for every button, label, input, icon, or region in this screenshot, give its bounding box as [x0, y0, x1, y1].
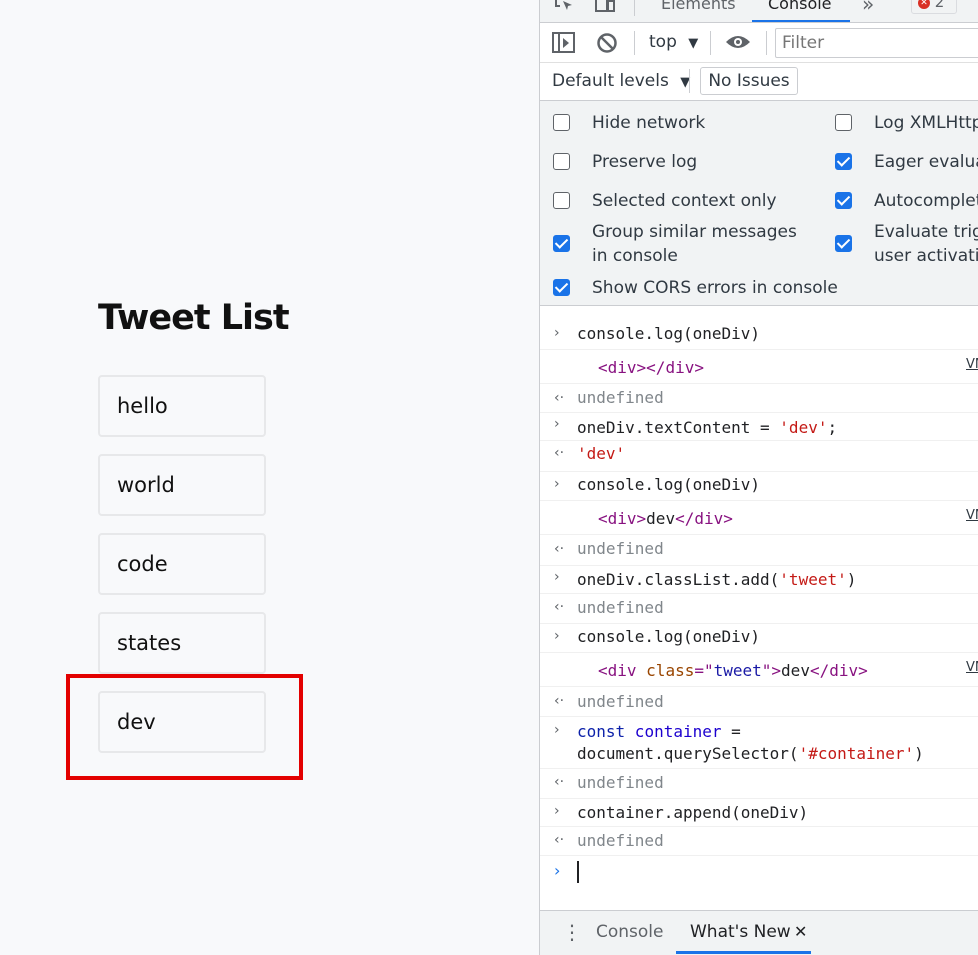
- devtools-tab-bar: Elements Console » ✕ 2: [540, 0, 978, 23]
- console-input-line: › oneDiv.classList.add('tweet'): [540, 566, 978, 594]
- web-page: Tweet List hello world code states dev: [0, 0, 540, 955]
- console-log-line: <div>dev</div> VM: [540, 501, 978, 535]
- tweet-item: world: [98, 454, 266, 516]
- dropdown-arrow-icon: ▼: [688, 36, 699, 51]
- console-log-line: <div class="tweet">dev</div> VM: [540, 653, 978, 687]
- source-link[interactable]: VM: [966, 660, 978, 675]
- active-tab-indicator: [676, 951, 811, 954]
- console-input-line: › oneDiv.textContent = 'dev';: [540, 413, 978, 441]
- drawer-tab-console[interactable]: Console: [596, 922, 664, 942]
- error-icon: ✕: [918, 0, 930, 9]
- close-icon[interactable]: ✕: [794, 922, 807, 941]
- console-line: ‹· 'dev': [540, 441, 978, 472]
- tab-elements[interactable]: Elements: [661, 0, 736, 13]
- checkbox-checked[interactable]: [553, 279, 570, 296]
- console-line: ‹· undefined: [540, 687, 978, 717]
- console-toolbar-secondary: Default levels ▼ No Issues: [540, 63, 978, 101]
- checkbox-checked[interactable]: [835, 235, 852, 252]
- input-chevron-icon: ›: [554, 476, 560, 492]
- console-input-line: › console.log(oneDiv): [540, 321, 978, 350]
- devtools-panel: Elements Console » ✕ 2 top ▼ Default lev…: [539, 0, 978, 955]
- console-line: ‹· undefined: [540, 769, 978, 799]
- console-input-line: › const container = document.querySelect…: [540, 717, 978, 769]
- filter-input[interactable]: [775, 28, 978, 58]
- more-tabs-icon[interactable]: »: [862, 0, 874, 16]
- input-chevron-icon: ›: [554, 325, 560, 341]
- context-selector[interactable]: top ▼: [649, 32, 698, 52]
- console-line: ‹· undefined: [540, 594, 978, 624]
- source-link[interactable]: VM: [966, 357, 978, 372]
- log-levels-dropdown[interactable]: Default levels ▼: [552, 71, 690, 91]
- return-arrow-icon: ‹·: [554, 445, 565, 461]
- drawer-tab-whats-new[interactable]: What's New: [690, 922, 791, 942]
- input-chevron-icon: ›: [554, 416, 560, 432]
- checkbox[interactable]: [553, 114, 570, 131]
- return-arrow-icon: ‹·: [554, 693, 565, 709]
- show-sidebar-icon[interactable]: [552, 32, 576, 58]
- checkbox[interactable]: [835, 114, 852, 131]
- source-link[interactable]: VM: [966, 508, 978, 523]
- divider: [634, 0, 635, 16]
- page-title: Tweet List: [98, 298, 290, 338]
- console-line: ‹· undefined: [540, 535, 978, 566]
- tweet-item: states: [98, 612, 266, 674]
- divider: [634, 31, 635, 55]
- checkbox-checked[interactable]: [835, 153, 852, 170]
- console-toolbar: top ▼: [540, 23, 978, 63]
- drawer-tab-bar: ⋮ Console What's New ✕: [540, 910, 978, 955]
- tweet-item: hello: [98, 375, 266, 437]
- drawer-menu-icon[interactable]: ⋮: [562, 922, 582, 942]
- return-arrow-icon: ‹·: [554, 541, 565, 557]
- inspect-element-icon[interactable]: [554, 0, 576, 17]
- checkbox[interactable]: [553, 192, 570, 209]
- console-line: ‹· undefined: [540, 384, 978, 413]
- error-count-badge[interactable]: ✕ 2: [911, 0, 957, 14]
- device-toolbar-icon[interactable]: [594, 0, 616, 17]
- input-chevron-icon: ›: [554, 569, 560, 585]
- console-prompt[interactable]: ›: [540, 856, 978, 910]
- issues-button[interactable]: No Issues: [700, 67, 798, 95]
- return-arrow-icon: ‹·: [554, 832, 565, 848]
- divider: [710, 31, 711, 55]
- checkbox-checked[interactable]: [553, 235, 570, 252]
- checkbox-checked[interactable]: [835, 192, 852, 209]
- input-chevron-icon: ›: [554, 803, 560, 819]
- console-line: ‹· undefined: [540, 827, 978, 856]
- console-settings-pane: Hide network Preserve log Selected conte…: [540, 101, 978, 306]
- console-log-line: <div></div> VM: [540, 350, 978, 384]
- live-expression-eye-icon[interactable]: [725, 33, 751, 55]
- console-input-line: › console.log(oneDiv): [540, 624, 978, 653]
- text-caret: [577, 861, 579, 883]
- input-chevron-icon: ›: [554, 628, 560, 644]
- checkbox[interactable]: [553, 153, 570, 170]
- context-value: top: [649, 32, 677, 52]
- clear-console-icon[interactable]: [596, 32, 618, 58]
- divider: [689, 69, 690, 93]
- error-count: 2: [934, 0, 945, 11]
- console-output: ‹· undefined › console.log(oneDiv) <div>…: [540, 307, 978, 910]
- console-input-line: › container.append(oneDiv): [540, 799, 978, 827]
- return-arrow-icon: ‹·: [554, 599, 565, 615]
- divider: [766, 31, 767, 55]
- active-tab-indicator: [752, 20, 850, 22]
- input-chevron-icon: ›: [554, 722, 560, 738]
- prompt-chevron-icon: ›: [554, 861, 561, 880]
- tab-console[interactable]: Console: [768, 0, 832, 13]
- console-input-line: › console.log(oneDiv): [540, 472, 978, 501]
- return-arrow-icon: ‹·: [554, 390, 565, 406]
- return-arrow-icon: ‹·: [554, 774, 565, 790]
- log-levels-label: Default levels: [552, 71, 669, 91]
- highlight-box: [66, 674, 303, 780]
- tweet-item: code: [98, 533, 266, 595]
